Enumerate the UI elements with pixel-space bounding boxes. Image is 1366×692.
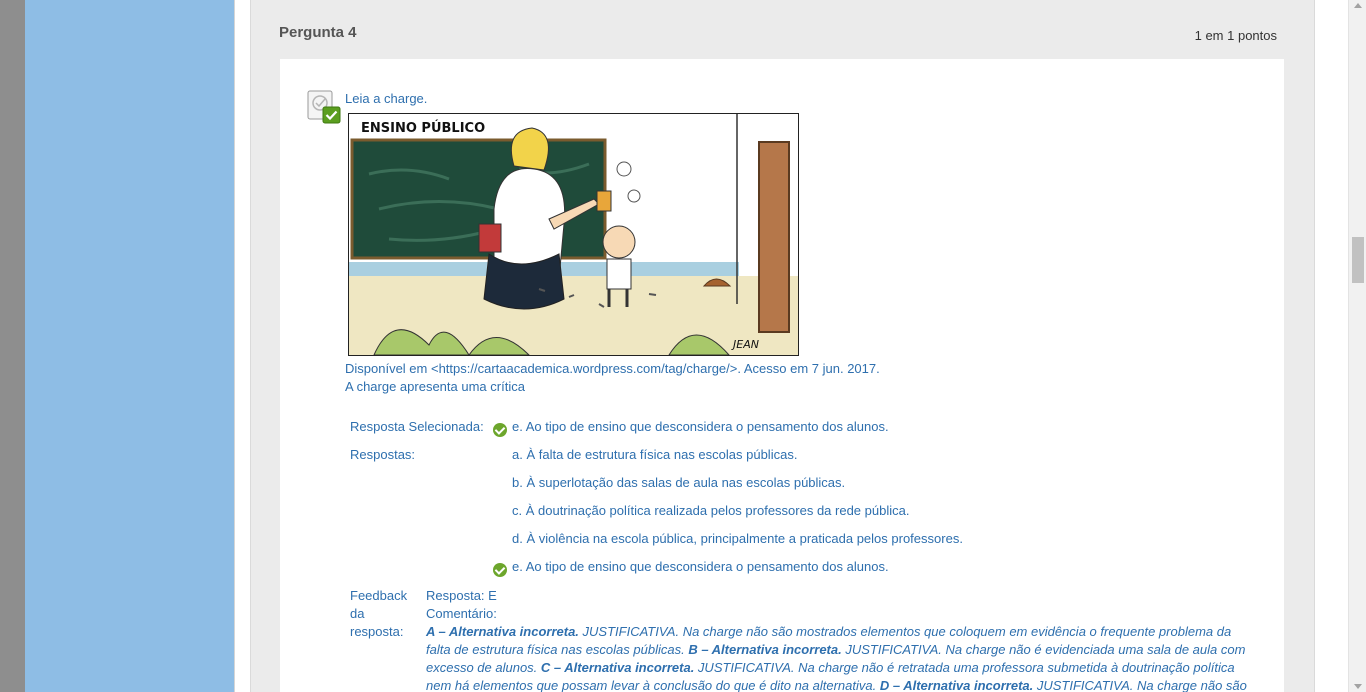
content-right-margin — [1325, 0, 1348, 692]
answers-label: Respostas: — [350, 447, 416, 462]
answer-option-b: b. À superlotação das salas de aula nas … — [512, 475, 846, 490]
cartoon-caption: ENSINO PÚBLICO — [361, 120, 485, 136]
feedback-comment-label: Comentário: — [426, 606, 497, 621]
cartoon-signature: JEAN — [731, 338, 759, 351]
answer-option-d: d. À violência na escola pública, princi… — [512, 531, 963, 546]
feedback-b-title: B – Alternativa incorreta. — [688, 642, 842, 657]
feedback-c-title: C – Alternativa incorreta. — [540, 660, 695, 675]
question-prompt: A charge apresenta uma crítica — [345, 379, 525, 394]
cartoon-image: ENSINO PÚBLICO JEAN — [348, 113, 799, 356]
feedback-label-line1: Feedback — [350, 588, 408, 603]
selected-answer-label: Resposta Selecionada: — [350, 419, 484, 434]
correct-answer-check-icon — [493, 563, 507, 577]
correct-check-icon — [493, 423, 507, 437]
feedback-label: Feedback da resposta: — [350, 587, 420, 641]
question-intro: Leia a charge. — [345, 91, 428, 106]
feedback-justification: A – Alternativa incorreta. JUSTIFICATIVA… — [426, 623, 1256, 692]
scroll-down-arrow-icon[interactable] — [1354, 684, 1362, 689]
question-points: 1 em 1 pontos — [1194, 28, 1277, 43]
question-title: Pergunta 4 — [279, 24, 357, 41]
feedback-d-title: D – Alternativa incorreta. — [879, 678, 1034, 692]
feedback-label-line3: resposta: — [350, 624, 404, 639]
scroll-thumb[interactable] — [1352, 237, 1364, 283]
correct-status-icon — [307, 90, 341, 124]
feedback-body: Resposta: E Comentário: A – Alternativa … — [426, 587, 1256, 692]
vertical-scrollbar[interactable] — [1348, 0, 1366, 692]
feedback-label-line2: da — [350, 606, 365, 621]
feedback-a-title: A – Alternativa incorreta. — [426, 624, 579, 639]
image-source: Disponível em <https://cartaacademica.wo… — [345, 361, 880, 376]
answer-option-a: a. À falta de estrutura física nas escol… — [512, 447, 798, 462]
answer-option-e: e. Ao tipo de ensino que desconsidera o … — [512, 559, 889, 574]
selected-answer-value: e. Ao tipo de ensino que desconsidera o … — [512, 419, 889, 434]
feedback-answer-line: Resposta: E — [426, 588, 497, 603]
answer-option-c: c. À doutrinação política realizada pelo… — [512, 503, 910, 518]
window-left-edge — [0, 0, 25, 692]
scroll-up-arrow-icon[interactable] — [1354, 3, 1362, 8]
left-sidebar — [25, 0, 234, 692]
